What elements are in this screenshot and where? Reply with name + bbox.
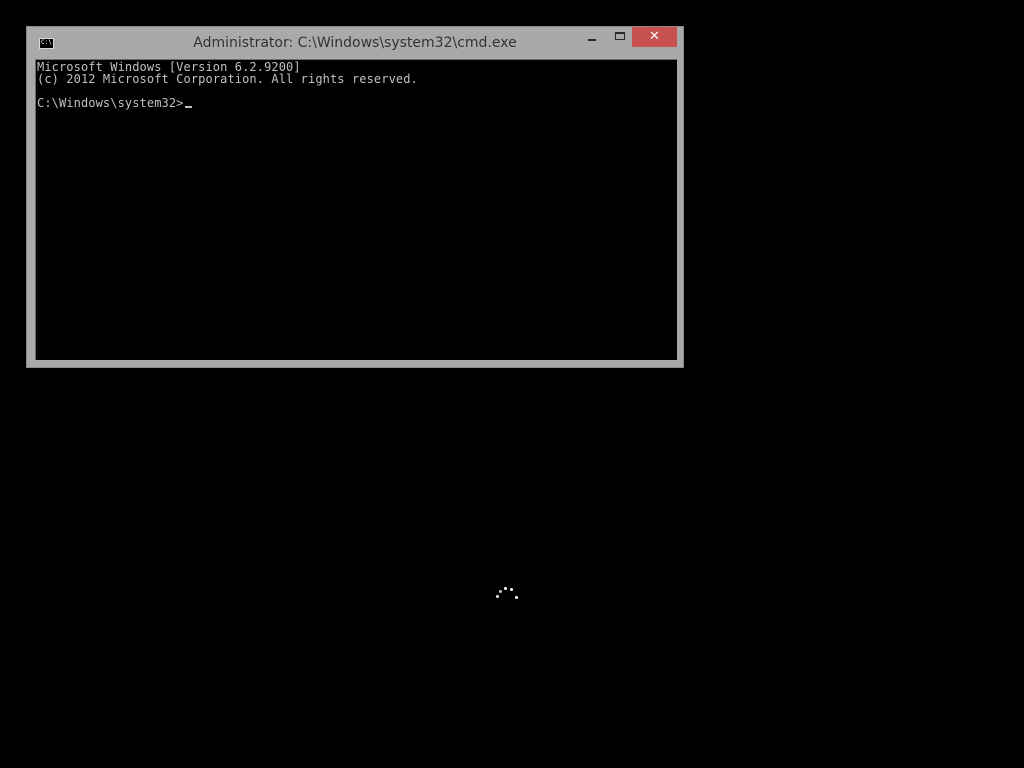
console-line: (c) 2012 Microsoft Corporation. All righ… bbox=[37, 72, 418, 86]
cmd-window[interactable]: C:\. Administrator: C:\Windows\system32\… bbox=[26, 26, 684, 368]
spinner-dot bbox=[510, 588, 513, 591]
text-cursor bbox=[184, 106, 192, 108]
console-prompt: C:\Windows\system32> bbox=[37, 96, 184, 110]
close-icon: ✕ bbox=[649, 29, 660, 44]
title-bar[interactable]: C:\. Administrator: C:\Windows\system32\… bbox=[27, 27, 683, 58]
spinner-dot bbox=[496, 595, 499, 598]
close-button[interactable]: ✕ bbox=[632, 27, 677, 47]
console-prompt-line[interactable]: C:\Windows\system32> bbox=[37, 97, 677, 109]
spinner-dot bbox=[504, 587, 507, 590]
spinner-dot bbox=[515, 596, 518, 599]
minimize-button[interactable] bbox=[579, 27, 606, 47]
spinner-dot bbox=[499, 590, 502, 593]
desktop: C:\. Administrator: C:\Windows\system32\… bbox=[0, 0, 1024, 768]
loading-spinner-icon bbox=[493, 585, 523, 605]
console-output[interactable]: Microsoft Windows [Version 6.2.9200] (c)… bbox=[35, 59, 677, 360]
maximize-button[interactable] bbox=[607, 27, 634, 47]
